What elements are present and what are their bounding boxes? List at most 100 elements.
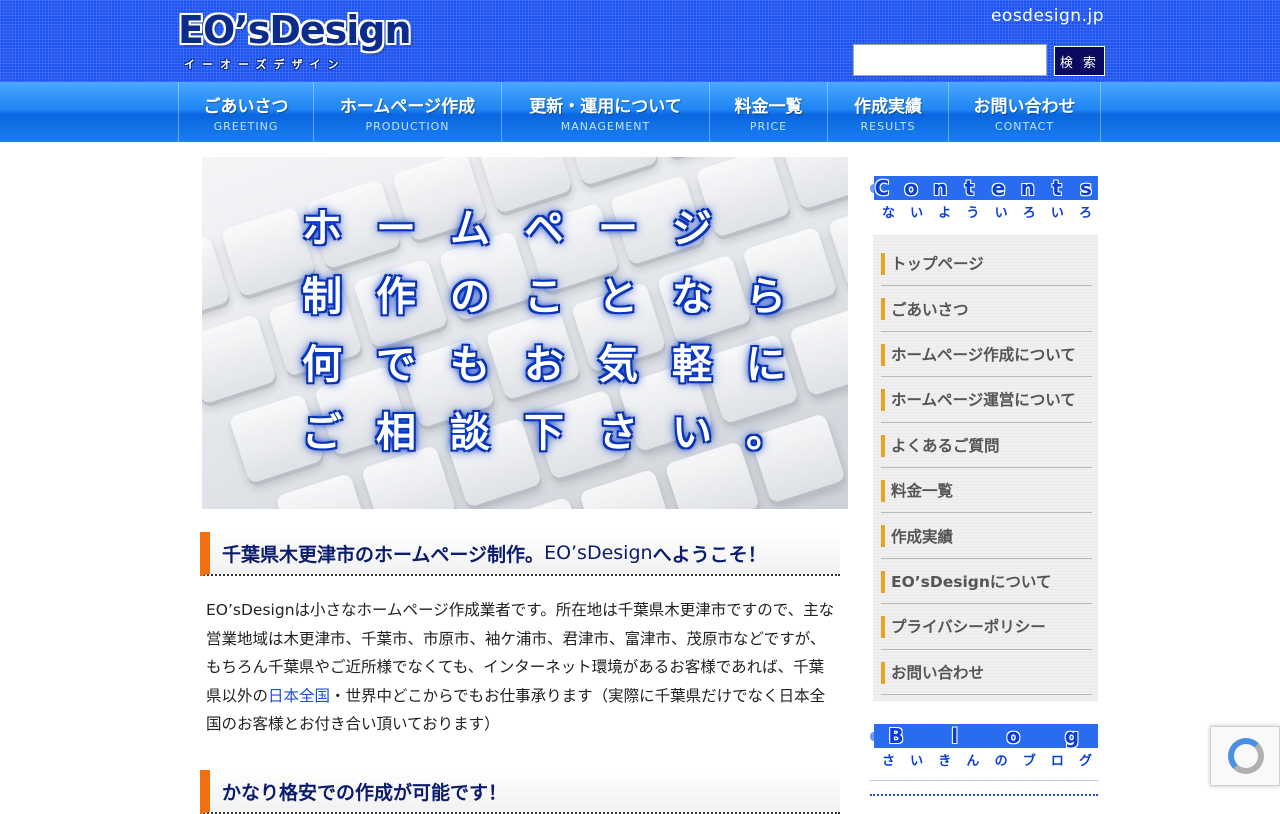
sidebar-menu-item[interactable]: 料金一覧 [881,468,1092,514]
blog-title-letter: o [1006,724,1021,748]
nav-label: 更新・運用について [529,96,682,117]
contents-title-en: Contents [870,176,1098,200]
nav-item-results[interactable]: 作成実績 RESULTS [828,82,949,142]
sidebar-menu-item[interactable]: ホームページ運営について [881,377,1092,423]
sidebar-menu-item[interactable]: よくあるご質問 [881,423,1092,468]
blog-title-jp-letter: ブ [1022,754,1036,769]
nav-item-contact[interactable]: お問い合わせ CONTACT [949,82,1101,142]
nav-item-management[interactable]: 更新・運用について MANAGEMENT [502,82,710,142]
global-nav: ごあいさつ GREETING ホームページ作成 PRODUCTION 更新・運用… [0,82,1280,142]
contents-title-jp-letter: い [910,206,924,221]
hero-line: ご相談下さい。 [302,410,786,456]
hero-line: 制作のことなら [302,274,786,320]
contents-title-jp-letter: う [966,206,980,221]
contents-title-letter: t [964,176,975,200]
sidebar-menu-label: EO’sDesignについて [891,572,1052,591]
nav-label: ごあいさつ [203,96,289,117]
hero-headline: ホームページ制作のことなら何でもお気軽にご相談下さい。 [302,205,820,477]
blog-title-jp-letter: い [910,754,924,769]
nav-label: ホームページ作成 [339,96,476,117]
sidebar-menu-label: プライバシーポリシー [891,618,1046,637]
heading-prefix: 千葉県木更津市のホームページ制作。 [222,543,545,566]
nav-sublabel: RESULTS [860,119,916,133]
heading-text: かなり格安での作成が可能です！ [222,781,508,804]
blog-title-jp-letter: さ [882,754,896,769]
contents-title-jp-letter: な [882,206,896,221]
blog-title-jp-letter: き [938,754,952,769]
nav-sublabel: MANAGEMENT [560,119,651,133]
blog-title-letter: B [888,724,904,748]
contents-title-letter: n [933,176,948,200]
contents-title-jp-letter: い [1050,206,1064,221]
nav-sublabel: PRICE [749,119,788,133]
contents-title-letter: t [1052,176,1062,200]
divider [870,794,1098,796]
japan-link[interactable]: 日本全国 [268,687,330,705]
hero-line: ホームページ [302,206,712,252]
sidebar-menu-label: よくあるご質問 [891,436,1000,455]
search-input[interactable] [853,44,1047,76]
recaptcha-icon [1228,738,1264,774]
price-heading: かなり格安での作成が可能です！ [200,770,840,814]
contents-title-jp-letter: ろ [1022,206,1036,221]
heading-suffix: へようこそ！ [652,543,767,566]
contents-title-letter: s [1080,176,1092,200]
sidebar-menu-label: ごあいさつ [891,300,969,319]
sidebar-menu-label: お問い合わせ [891,663,985,682]
sidebar-menu-label: ホームページ運営について [891,391,1076,410]
blog-title-jp-letter: の [994,754,1008,769]
nav-item-production[interactable]: ホームページ作成 PRODUCTION [314,82,502,142]
divider [870,780,1098,781]
hero-line: 何でもお気軽に [302,342,786,388]
blog-title-letter: l [951,724,959,748]
contents-title-jp-letter: よ [938,206,952,221]
sidebar-menu-item[interactable]: EO’sDesignについて [881,559,1092,605]
nav-label: 料金一覧 [734,96,803,117]
nav-item-price[interactable]: 料金一覧 PRICE [710,82,828,142]
sidebar-menu: トップページ ごあいさつホームページ作成について ホームページ運営について よくあるご… [873,235,1098,701]
blog-title-en: Bl o g [870,724,1098,748]
blog-title-letter: g [1064,724,1080,748]
search-button[interactable]: 検 索 [1054,46,1105,76]
intro-paragraph: EO’sDesignは小さなホームページ作成業者です。所在地は千葉県木更津市です… [206,596,836,739]
nav-list: ごあいさつ GREETING ホームページ作成 PRODUCTION 更新・運用… [178,82,1101,142]
blog-title-jp-letter: ん [966,754,980,769]
blog-title-jp-letter: ロ [1050,754,1064,769]
blog-title: Bl o g さいきんのブログ [870,724,1098,772]
contents-title-letter: o [904,176,919,200]
contents-title-letter: C [874,176,890,200]
nav-sublabel: GREETING [213,119,279,133]
contents-title-jp: ないよういろいろ [882,202,1092,221]
sidebar-menu-label: トップページ [891,255,984,274]
domain-text: eosdesign.jp [990,6,1104,26]
blog-title-jp-letter: グ [1078,754,1092,769]
sidebar-menu-label: 料金一覧 [891,482,954,501]
logo-text: EO’sDesign [178,8,412,52]
site-logo[interactable]: EO’sDesign イーオーズデザイン [176,6,412,76]
welcome-heading: 千葉県木更津市のホームページ制作。 EO’sDesign へようこそ！ [200,532,840,576]
nav-sublabel: CONTACT [994,119,1055,133]
contents-title: Contents ないよういろいろ [870,176,1098,224]
contents-title-letter: e [991,176,1006,200]
sidebar-menu-item[interactable]: お問い合わせ [881,650,1092,695]
nav-label: お問い合わせ [973,96,1076,117]
sidebar-menu-item[interactable]: ホームページ作成について [881,332,1092,378]
sidebar-menu-item[interactable]: 作成実績 [881,513,1092,559]
recaptcha-badge[interactable] [1210,726,1280,786]
blog-title-jp: さいきんのブログ [882,750,1092,769]
logo-subtitle: イーオーズデザイン [184,58,346,71]
contents-title-letter: n [1020,176,1035,200]
hero-banner: ホームページ制作のことなら何でもお気軽にご相談下さい。 [202,157,848,509]
nav-item-greeting[interactable]: ごあいさつ GREETING [179,82,314,142]
sidebar-menu-label: 作成実績 [891,527,954,546]
sidebar-menu-item[interactable]: プライバシーポリシー [881,604,1092,650]
sidebar-menu-label: ホームページ作成について [891,345,1076,364]
sidebar-menu-item[interactable]: ごあいさつ [881,286,1092,332]
nav-label: 作成実績 [854,96,922,117]
nav-sublabel: PRODUCTION [365,119,450,133]
contents-title-jp-letter: い [994,206,1008,221]
contents-title-jp-letter: ろ [1078,206,1092,221]
sidebar-menu-item[interactable]: トップページ [881,241,1092,287]
site-header: EO’sDesign イーオーズデザイン eosdesign.jp 検 索 [0,0,1280,82]
heading-brand: EO’sDesign [544,542,653,564]
